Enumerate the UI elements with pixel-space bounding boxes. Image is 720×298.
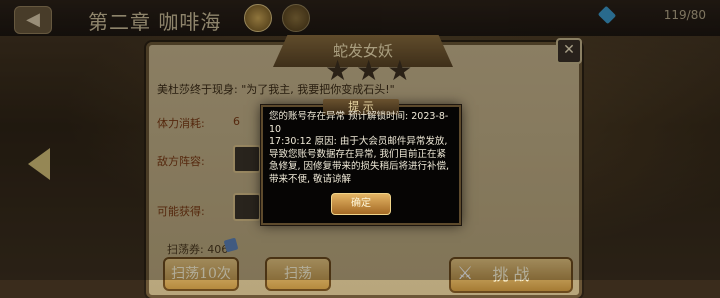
dialog-message: 您的账号存在异常 预计解锁时间: 2023-8-10 17:30:12 原因: …: [269, 111, 450, 185]
confirm-button[interactable]: 确定: [331, 193, 391, 215]
notice-dialog: 提 示 您的账号存在异常 预计解锁时间: 2023-8-10 17:30:12 …: [261, 99, 461, 225]
